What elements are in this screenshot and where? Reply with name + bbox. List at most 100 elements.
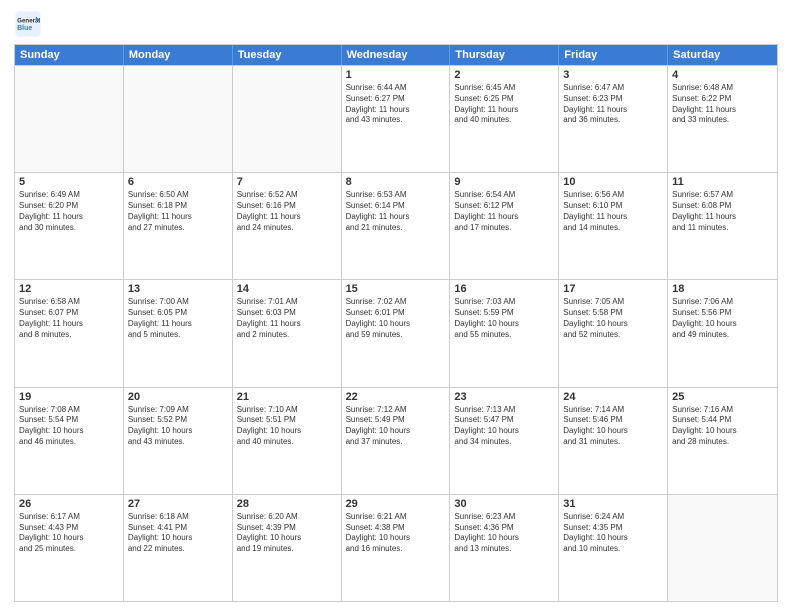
day-number: 24 [563, 391, 663, 403]
day-number: 28 [237, 498, 337, 510]
day-cell-22: 22 Sunrise: 7:12 AM Sunset: 5:49 PM Dayli… [342, 388, 451, 494]
day-number: 25 [672, 391, 773, 403]
logo-icon: General Blue [14, 10, 42, 38]
day-number: 13 [128, 283, 228, 295]
weekday-header-thursday: Thursday [450, 45, 559, 65]
day-number: 9 [454, 176, 554, 188]
day-cell-5: 5 Sunrise: 6:49 AM Sunset: 6:20 PM Daylig… [15, 173, 124, 279]
day-cell-17: 17 Sunrise: 7:05 AM Sunset: 5:58 PM Dayli… [559, 280, 668, 386]
svg-text:Blue: Blue [17, 25, 32, 32]
weekday-header-sunday: Sunday [15, 45, 124, 65]
day-number: 14 [237, 283, 337, 295]
day-cell-31: 31 Sunrise: 6:24 AM Sunset: 4:35 PM Dayli… [559, 495, 668, 601]
day-number: 17 [563, 283, 663, 295]
day-cell-26: 26 Sunrise: 6:17 AM Sunset: 4:43 PM Dayli… [15, 495, 124, 601]
day-info: Sunrise: 6:20 AM Sunset: 4:39 PM Dayligh… [237, 512, 337, 555]
day-number: 29 [346, 498, 446, 510]
day-number: 8 [346, 176, 446, 188]
day-cell-13: 13 Sunrise: 7:00 AM Sunset: 6:05 PM Dayli… [124, 280, 233, 386]
calendar-row-4: 19Sunrise: 7:08 AM Sunset: 5:54 PM Dayli… [15, 387, 777, 494]
day-info: Sunrise: 6:17 AM Sunset: 4:43 PM Dayligh… [19, 512, 119, 555]
day-info: Sunrise: 6:23 AM Sunset: 4:36 PM Dayligh… [454, 512, 554, 555]
day-info: Sunrise: 7:16 AM Sunset: 5:44 PM Dayligh… [672, 405, 773, 448]
day-info: Sunrise: 7:03 AM Sunset: 5:59 PM Dayligh… [454, 297, 554, 340]
calendar-body: 1 Sunrise: 6:44 AM Sunset: 6:27 PM Daylig… [15, 65, 777, 601]
day-number: 5 [19, 176, 119, 188]
day-cell-9: 9 Sunrise: 6:54 AM Sunset: 6:12 PM Daylig… [450, 173, 559, 279]
day-cell-21: 21Sunrise: 7:10 AM Sunset: 5:51 PM Dayli… [233, 388, 342, 494]
weekday-header-wednesday: Wednesday [342, 45, 451, 65]
day-number: 31 [563, 498, 663, 510]
day-info: Sunrise: 6:48 AM Sunset: 6:22 PM Dayligh… [672, 83, 773, 126]
day-info: Sunrise: 6:53 AM Sunset: 6:14 PM Dayligh… [346, 190, 446, 233]
day-info: Sunrise: 6:24 AM Sunset: 4:35 PM Dayligh… [563, 512, 663, 555]
day-info: Sunrise: 7:05 AM Sunset: 5:58 PM Dayligh… [563, 297, 663, 340]
day-info: Sunrise: 6:45 AM Sunset: 6:25 PM Dayligh… [454, 83, 554, 126]
day-info: Sunrise: 7:02 AM Sunset: 6:01 PM Dayligh… [346, 297, 446, 340]
day-info: Sunrise: 6:58 AM Sunset: 6:07 PM Dayligh… [19, 297, 119, 340]
day-number: 4 [672, 69, 773, 81]
day-number: 6 [128, 176, 228, 188]
day-cell-18: 18 Sunrise: 7:06 AM Sunset: 5:56 PM Dayli… [668, 280, 777, 386]
day-info: Sunrise: 6:44 AM Sunset: 6:27 PM Dayligh… [346, 83, 446, 126]
day-cell-27: 27 Sunrise: 6:18 AM Sunset: 4:41 PM Dayli… [124, 495, 233, 601]
day-info: Sunrise: 7:14 AM Sunset: 5:46 PM Dayligh… [563, 405, 663, 448]
day-cell-16: 16Sunrise: 7:03 AM Sunset: 5:59 PM Dayli… [450, 280, 559, 386]
day-info: Sunrise: 7:00 AM Sunset: 6:05 PM Dayligh… [128, 297, 228, 340]
day-cell-14: 14 Sunrise: 7:01 AM Sunset: 6:03 PM Dayli… [233, 280, 342, 386]
empty-cell [124, 66, 233, 172]
day-number: 3 [563, 69, 663, 81]
empty-cell [668, 495, 777, 601]
day-info: Sunrise: 7:08 AM Sunset: 5:54 PM Dayligh… [19, 405, 119, 448]
calendar-row-1: 1 Sunrise: 6:44 AM Sunset: 6:27 PM Daylig… [15, 65, 777, 172]
day-number: 21 [237, 391, 337, 403]
day-cell-11: 11Sunrise: 6:57 AM Sunset: 6:08 PM Dayli… [668, 173, 777, 279]
calendar-row-2: 5 Sunrise: 6:49 AM Sunset: 6:20 PM Daylig… [15, 172, 777, 279]
logo: General Blue [14, 10, 44, 38]
day-cell-10: 10 Sunrise: 6:56 AM Sunset: 6:10 PM Dayli… [559, 173, 668, 279]
day-cell-19: 19Sunrise: 7:08 AM Sunset: 5:54 PM Dayli… [15, 388, 124, 494]
day-number: 30 [454, 498, 554, 510]
day-info: Sunrise: 7:06 AM Sunset: 5:56 PM Dayligh… [672, 297, 773, 340]
day-info: Sunrise: 6:56 AM Sunset: 6:10 PM Dayligh… [563, 190, 663, 233]
day-info: Sunrise: 6:47 AM Sunset: 6:23 PM Dayligh… [563, 83, 663, 126]
day-cell-28: 28 Sunrise: 6:20 AM Sunset: 4:39 PM Dayli… [233, 495, 342, 601]
day-cell-15: 15 Sunrise: 7:02 AM Sunset: 6:01 PM Dayli… [342, 280, 451, 386]
day-number: 27 [128, 498, 228, 510]
day-number: 11 [672, 176, 773, 188]
day-cell-24: 24 Sunrise: 7:14 AM Sunset: 5:46 PM Dayli… [559, 388, 668, 494]
day-number: 26 [19, 498, 119, 510]
day-cell-1: 1 Sunrise: 6:44 AM Sunset: 6:27 PM Daylig… [342, 66, 451, 172]
day-info: Sunrise: 7:01 AM Sunset: 6:03 PM Dayligh… [237, 297, 337, 340]
day-cell-30: 30 Sunrise: 6:23 AM Sunset: 4:36 PM Dayli… [450, 495, 559, 601]
day-cell-4: 4 Sunrise: 6:48 AM Sunset: 6:22 PM Daylig… [668, 66, 777, 172]
empty-cell [15, 66, 124, 172]
day-info: Sunrise: 6:18 AM Sunset: 4:41 PM Dayligh… [128, 512, 228, 555]
day-info: Sunrise: 6:21 AM Sunset: 4:38 PM Dayligh… [346, 512, 446, 555]
day-number: 15 [346, 283, 446, 295]
calendar-row-3: 12 Sunrise: 6:58 AM Sunset: 6:07 PM Dayli… [15, 279, 777, 386]
weekday-header-friday: Friday [559, 45, 668, 65]
calendar-row-5: 26 Sunrise: 6:17 AM Sunset: 4:43 PM Dayli… [15, 494, 777, 601]
day-info: Sunrise: 6:54 AM Sunset: 6:12 PM Dayligh… [454, 190, 554, 233]
day-cell-23: 23Sunrise: 7:13 AM Sunset: 5:47 PM Dayli… [450, 388, 559, 494]
day-cell-8: 8 Sunrise: 6:53 AM Sunset: 6:14 PM Daylig… [342, 173, 451, 279]
empty-cell [233, 66, 342, 172]
day-number: 18 [672, 283, 773, 295]
day-cell-3: 3 Sunrise: 6:47 AM Sunset: 6:23 PM Daylig… [559, 66, 668, 172]
day-cell-12: 12 Sunrise: 6:58 AM Sunset: 6:07 PM Dayli… [15, 280, 124, 386]
day-number: 10 [563, 176, 663, 188]
day-info: Sunrise: 6:50 AM Sunset: 6:18 PM Dayligh… [128, 190, 228, 233]
day-number: 1 [346, 69, 446, 81]
day-number: 7 [237, 176, 337, 188]
weekday-header-monday: Monday [124, 45, 233, 65]
day-cell-25: 25 Sunrise: 7:16 AM Sunset: 5:44 PM Dayli… [668, 388, 777, 494]
day-number: 22 [346, 391, 446, 403]
day-cell-6: 6 Sunrise: 6:50 AM Sunset: 6:18 PM Daylig… [124, 173, 233, 279]
day-number: 12 [19, 283, 119, 295]
day-info: Sunrise: 7:12 AM Sunset: 5:49 PM Dayligh… [346, 405, 446, 448]
day-cell-2: 2Sunrise: 6:45 AM Sunset: 6:25 PM Daylig… [450, 66, 559, 172]
day-info: Sunrise: 6:49 AM Sunset: 6:20 PM Dayligh… [19, 190, 119, 233]
calendar-header: SundayMondayTuesdayWednesdayThursdayFrid… [15, 45, 777, 65]
day-info: Sunrise: 6:52 AM Sunset: 6:16 PM Dayligh… [237, 190, 337, 233]
